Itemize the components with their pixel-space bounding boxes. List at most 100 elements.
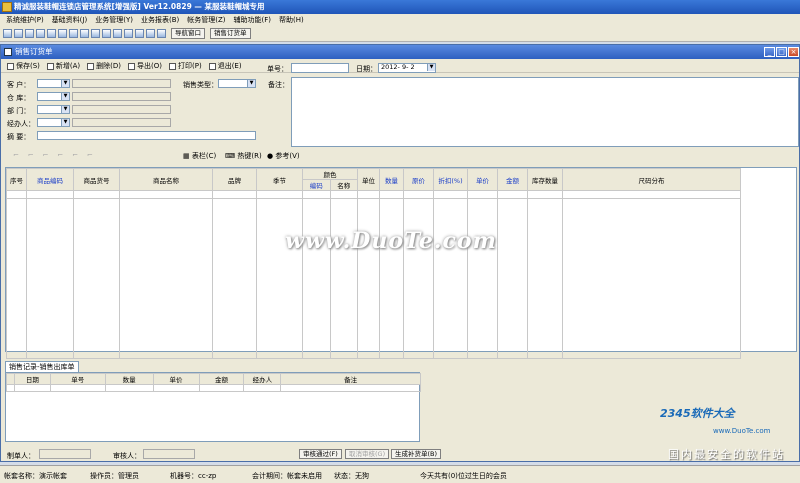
table-row[interactable] <box>6 190 741 199</box>
menu-system[interactable]: 系统维护(P) <box>2 15 48 25</box>
chevron-down-icon[interactable]: ▼ <box>247 80 255 87</box>
customer-name-field <box>72 79 171 88</box>
add-button[interactable]: 新增(A) <box>45 61 82 71</box>
tool-icon-10[interactable] <box>102 29 111 38</box>
menu-reports[interactable]: 业务报表(B) <box>137 15 183 25</box>
status-state: 状态：无狗 <box>334 472 369 480</box>
col-qty[interactable]: 数量 <box>104 373 154 385</box>
tool-icon-11[interactable] <box>113 29 122 38</box>
department-code-input[interactable]: ▼ <box>37 105 70 114</box>
columns-button[interactable]: ▦ 表栏(C) <box>183 151 216 161</box>
delete-icon <box>87 62 95 70</box>
tool-icon-7[interactable] <box>69 29 78 38</box>
tool-icon-2[interactable] <box>14 29 23 38</box>
exit-icon[interactable] <box>157 29 166 38</box>
sales-order-tab-button[interactable]: 销售订货单 <box>210 28 251 39</box>
exit-button[interactable]: 退出(E) <box>207 61 244 71</box>
col-amount[interactable]: 金额 <box>497 168 528 191</box>
summary-input[interactable] <box>37 131 256 140</box>
col-money[interactable]: 金额 <box>198 373 245 385</box>
menu-basic-data[interactable]: 基础资料(J) <box>48 15 92 25</box>
chevron-down-icon[interactable]: ▼ <box>61 80 69 87</box>
col-order-no[interactable]: 单号 <box>49 373 106 385</box>
col-color-code[interactable]: 编码 <box>302 179 331 191</box>
sales-type-select[interactable]: ▼ <box>218 79 256 88</box>
col-date[interactable]: 日期 <box>13 373 51 385</box>
chevron-down-icon[interactable]: ▼ <box>427 64 435 71</box>
tool-icon-8[interactable] <box>80 29 89 38</box>
tool-icon-3[interactable] <box>25 29 34 38</box>
tool-icon-9[interactable] <box>91 29 100 38</box>
table-body[interactable] <box>6 198 741 359</box>
col-product-name[interactable]: 商品名称 <box>119 168 213 191</box>
chevron-down-icon[interactable]: ▼ <box>61 106 69 113</box>
app-title-bar: 精诚服装鞋帽连锁店管理系统[增强版] Ver12.0829 — 某服装鞋帽城专用 <box>0 0 800 14</box>
col-note[interactable]: 备注 <box>280 373 421 385</box>
window-title: 销售订货单 <box>15 47 53 56</box>
order-lines-grid[interactable]: 序号 商品编码 商品货号 商品名称 品牌 季节 颜色 单位 数量 原价 折扣(%… <box>5 167 797 359</box>
tool-icon-12[interactable] <box>124 29 133 38</box>
exit-door-icon <box>208 62 216 70</box>
table-row[interactable] <box>6 384 421 392</box>
col-original-price[interactable]: 原价 <box>403 168 434 191</box>
date-picker[interactable]: 2012- 9- 2 ▼ <box>378 63 436 73</box>
watermark-footer: 国内最安全的软件站 <box>668 448 785 461</box>
tab-sales-records[interactable]: 销售记录-销售出库单 <box>5 361 79 372</box>
hotkeys-button[interactable]: ⌨ 热键(R) <box>225 151 262 161</box>
help-icon[interactable] <box>146 29 155 38</box>
cancel-approve-button[interactable]: 取消审核(G) <box>345 449 390 459</box>
col-size-distribution[interactable]: 尺码分布 <box>562 168 741 191</box>
watermark-logo: 2345软件大全 <box>660 407 735 420</box>
order-no-label: 单号： <box>267 65 288 73</box>
handler-code-input[interactable]: ▼ <box>37 118 70 127</box>
maximize-icon[interactable]: □ <box>776 47 787 57</box>
col-discount[interactable]: 折扣(%) <box>433 168 468 191</box>
col-seq[interactable]: 序号 <box>6 168 27 191</box>
status-operator: 操作员：管理员 <box>90 472 139 480</box>
department-label: 部 门： <box>7 107 31 115</box>
customer-code-input[interactable]: ▼ <box>37 79 70 88</box>
approve-button[interactable]: 审核通过(F) <box>299 449 342 459</box>
menu-accounts[interactable]: 帐务管理(Z) <box>183 15 229 25</box>
export-icon <box>128 62 136 70</box>
save-button[interactable]: 保存(S) <box>5 61 42 71</box>
col-operator[interactable]: 经办人 <box>243 373 282 385</box>
tool-icon-5[interactable] <box>47 29 56 38</box>
export-button[interactable]: 导出(O) <box>126 61 164 71</box>
menu-tools[interactable]: 辅助功能(F) <box>230 15 276 25</box>
tool-icon-1[interactable] <box>3 29 12 38</box>
delete-button[interactable]: 删除(D) <box>85 61 123 71</box>
col-season[interactable]: 季节 <box>256 168 303 191</box>
print-button[interactable]: 打印(P) <box>167 61 204 71</box>
tool-icon-6[interactable] <box>58 29 67 38</box>
minimize-icon[interactable]: _ <box>764 47 775 57</box>
order-no-input[interactable] <box>291 63 349 73</box>
menu-business[interactable]: 业务管理(Y) <box>91 15 137 25</box>
col-unit[interactable]: 单位 <box>357 168 380 191</box>
col-quantity[interactable]: 数量 <box>379 168 404 191</box>
warehouse-label: 仓 库： <box>7 94 31 102</box>
tool-icon-13[interactable] <box>135 29 144 38</box>
date-label: 日期： <box>356 65 377 73</box>
col-stock[interactable]: 库存数量 <box>527 168 563 191</box>
col-article-no[interactable]: 商品货号 <box>73 168 120 191</box>
chevron-down-icon[interactable]: ▼ <box>61 93 69 100</box>
col-color: 颜色 <box>302 168 358 180</box>
col-brand[interactable]: 品牌 <box>212 168 257 191</box>
warehouse-name-field <box>72 92 171 101</box>
nav-window-button[interactable]: 导航窗口 <box>171 28 205 39</box>
col-unit-price[interactable]: 单价 <box>467 168 498 191</box>
reference-button[interactable]: ● 参考(V) <box>267 151 300 161</box>
tool-icon-4[interactable] <box>36 29 45 38</box>
col-product-code[interactable]: 商品编码 <box>26 168 74 191</box>
print-icon <box>169 62 177 70</box>
col-price[interactable]: 单价 <box>152 373 200 385</box>
close-icon[interactable]: × <box>788 47 799 57</box>
col-color-name[interactable]: 名称 <box>329 179 358 191</box>
warehouse-code-input[interactable]: ▼ <box>37 92 70 101</box>
menu-help[interactable]: 帮助(H) <box>275 15 308 25</box>
sales-records-grid[interactable]: 日期 单号 数量 单价 金额 经办人 备注 <box>5 372 421 442</box>
chevron-down-icon[interactable]: ▼ <box>61 119 69 126</box>
remark-textarea[interactable] <box>291 77 799 147</box>
generate-replenish-button[interactable]: 生成补货单(B) <box>391 449 442 459</box>
